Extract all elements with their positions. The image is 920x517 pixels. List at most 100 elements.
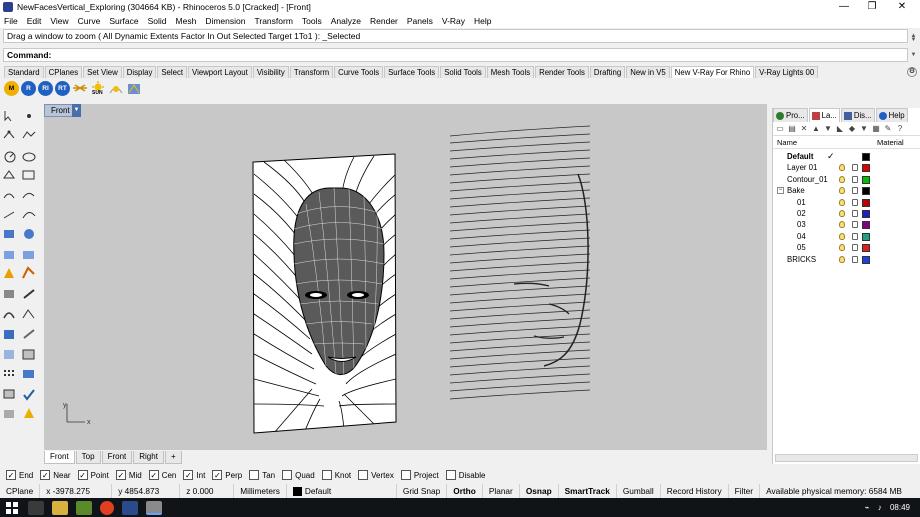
- tab-standard[interactable]: Standard: [4, 66, 44, 78]
- checkbox[interactable]: [400, 470, 411, 480]
- status-gumball[interactable]: Gumball: [617, 484, 661, 498]
- face-mesh-panel[interactable]: [252, 153, 397, 434]
- menu-transform[interactable]: Transform: [254, 16, 292, 26]
- osnap-int[interactable]: ✓ Int: [183, 470, 205, 480]
- layer-row-layer01[interactable]: Layer 01: [773, 162, 920, 173]
- layer-color-swatch[interactable]: [862, 232, 870, 241]
- checkbox[interactable]: ✓: [6, 470, 16, 480]
- checkbox[interactable]: ✓: [40, 470, 51, 480]
- unlock-icon[interactable]: [852, 187, 858, 195]
- layer-color-swatch[interactable]: [862, 255, 870, 264]
- checkbox[interactable]: ✓: [115, 470, 126, 480]
- visible-bulb-icon[interactable]: [839, 232, 845, 240]
- status-smarttrack[interactable]: SmartTrack: [559, 484, 617, 498]
- osnap-mid[interactable]: ✓ Mid: [115, 470, 142, 480]
- tab-set-view[interactable]: Set View: [83, 66, 122, 78]
- collapse-tree-icon[interactable]: −: [777, 187, 784, 195]
- network-icon[interactable]: ⌁: [865, 503, 870, 512]
- layer-row-bake[interactable]: − Bake: [773, 185, 920, 196]
- filter-icon[interactable]: ▼: [859, 124, 869, 134]
- tab-vray-lights[interactable]: V-Ray Lights 00: [755, 66, 819, 78]
- visible-bulb-icon[interactable]: [839, 198, 845, 206]
- tab-properties[interactable]: Pro...: [773, 108, 808, 122]
- move-down-icon[interactable]: ▼: [823, 124, 833, 134]
- menu-curve[interactable]: Curve: [78, 16, 101, 26]
- front-viewport[interactable]: y x: [44, 104, 767, 450]
- vray-rt-icon[interactable]: RT: [55, 81, 70, 96]
- osnap-point[interactable]: ✓ Point: [77, 470, 109, 480]
- wrench-icon[interactable]: ✎: [883, 124, 893, 134]
- osnap-vertex[interactable]: Vertex: [358, 470, 394, 480]
- tab-display[interactable]: Display: [122, 66, 157, 78]
- tab-new-vray-for-rhino[interactable]: New V-Ray For Rhino: [670, 66, 755, 78]
- vray-ri-icon[interactable]: RI: [38, 81, 53, 96]
- visible-bulb-icon[interactable]: [839, 255, 845, 263]
- layer-row-bricks[interactable]: BRICKS: [773, 254, 920, 265]
- status-cplane[interactable]: CPlane: [0, 484, 41, 498]
- osnap-project[interactable]: Project: [400, 470, 439, 480]
- tab-drafting[interactable]: Drafting: [589, 66, 626, 78]
- layer-help-icon[interactable]: ?: [895, 124, 905, 134]
- move-up-icon[interactable]: ▲: [811, 124, 821, 134]
- menu-solid[interactable]: Solid: [148, 16, 167, 26]
- unlock-icon[interactable]: [852, 221, 858, 229]
- status-filter[interactable]: Filter: [729, 484, 761, 498]
- layer-row-contour01[interactable]: Contour_01: [773, 174, 920, 185]
- tab-mesh-tools[interactable]: Mesh Tools: [486, 66, 535, 78]
- tab-viewport-front-2[interactable]: Front: [101, 451, 133, 464]
- layer-row-01[interactable]: 01: [773, 197, 920, 208]
- checkbox[interactable]: ✓: [212, 470, 223, 480]
- unlock-icon[interactable]: [852, 198, 858, 206]
- photos-icon[interactable]: [122, 500, 138, 515]
- new-sublayer-icon[interactable]: ▤: [787, 124, 797, 134]
- menu-dimension[interactable]: Dimension: [205, 16, 245, 26]
- tab-cplanes[interactable]: CPlanes: [44, 66, 83, 78]
- tab-viewport-top[interactable]: Top: [75, 451, 101, 464]
- tab-layers[interactable]: La...: [808, 108, 840, 122]
- toolbar-settings-gear-icon[interactable]: ⚙: [907, 67, 917, 77]
- vray-m-icon[interactable]: M: [4, 81, 19, 96]
- tab-new-in-v5[interactable]: New in V5: [626, 66, 670, 78]
- file-explorer-icon[interactable]: [52, 500, 68, 515]
- tab-viewport-layout[interactable]: Viewport Layout: [188, 66, 252, 78]
- menu-edit[interactable]: Edit: [27, 16, 42, 26]
- visible-bulb-icon[interactable]: [839, 221, 845, 229]
- status-osnap[interactable]: Osnap: [520, 484, 559, 498]
- clock[interactable]: 08:49: [890, 503, 910, 512]
- layer-row-default[interactable]: Default ✓: [773, 151, 920, 162]
- menu-help[interactable]: Help: [474, 16, 491, 26]
- status-planar[interactable]: Planar: [483, 484, 520, 498]
- visible-bulb-icon[interactable]: [839, 164, 845, 172]
- status-units[interactable]: Millimeters: [234, 484, 287, 498]
- tab-curve-tools[interactable]: Curve Tools: [334, 66, 384, 78]
- tab-display[interactable]: Dis...: [840, 108, 875, 122]
- close-button[interactable]: ✕: [887, 0, 917, 14]
- layer-color-swatch[interactable]: [862, 244, 870, 253]
- tab-select[interactable]: Select: [157, 66, 188, 78]
- viewport-menu-dropdown-icon[interactable]: ▼: [72, 104, 81, 117]
- layer-row-05[interactable]: 05: [773, 242, 920, 253]
- menu-vray[interactable]: V-Ray: [442, 16, 465, 26]
- unlock-icon[interactable]: [852, 244, 858, 252]
- vray-r-icon[interactable]: R: [21, 81, 36, 96]
- checkbox[interactable]: [321, 470, 332, 480]
- tab-transform[interactable]: Transform: [289, 66, 334, 78]
- tab-visibility[interactable]: Visibility: [252, 66, 289, 78]
- new-layer-icon[interactable]: ▭: [775, 124, 785, 134]
- unlock-icon[interactable]: [852, 255, 858, 263]
- layer-color-swatch[interactable]: [862, 198, 870, 207]
- layer-color-swatch[interactable]: [862, 153, 870, 161]
- history-scroll-down-icon[interactable]: ▼: [909, 37, 918, 45]
- menu-surface[interactable]: Surface: [109, 16, 138, 26]
- tab-help[interactable]: Help: [875, 108, 908, 122]
- osnap-quad[interactable]: Quad: [282, 470, 315, 480]
- visible-bulb-icon[interactable]: [839, 244, 845, 252]
- rhino-taskbar-icon[interactable]: [146, 500, 162, 515]
- visible-bulb-icon[interactable]: [839, 175, 845, 183]
- task-view-icon[interactable]: [28, 500, 44, 515]
- add-viewport-button[interactable]: +: [164, 451, 182, 464]
- checkbox[interactable]: ✓: [183, 470, 194, 480]
- layer-color-swatch[interactable]: [862, 221, 870, 230]
- layer-color-swatch[interactable]: [862, 164, 870, 173]
- visible-bulb-icon[interactable]: [839, 187, 845, 195]
